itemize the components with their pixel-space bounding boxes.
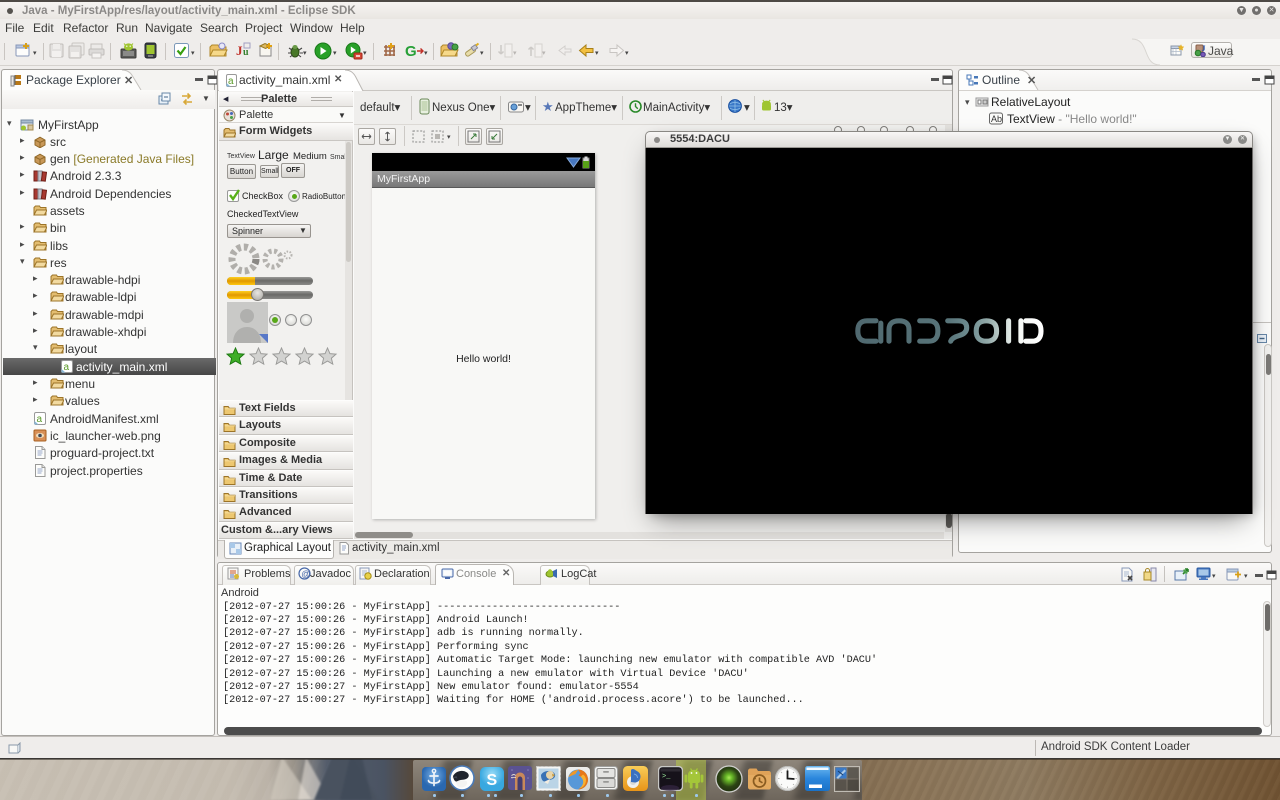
svg-text:a: a: [64, 362, 70, 373]
svg-text:@: @: [301, 569, 310, 579]
svg-text:>_: >_: [662, 773, 671, 781]
svg-text:G: G: [405, 43, 417, 59]
svg-text:J: J: [1202, 44, 1206, 53]
svg-text:u: u: [243, 47, 249, 58]
svg-text:a: a: [37, 414, 43, 425]
svg-text:S: S: [487, 772, 498, 789]
svg-text:Ab: Ab: [991, 114, 1002, 124]
svg-text:J: J: [236, 43, 243, 58]
